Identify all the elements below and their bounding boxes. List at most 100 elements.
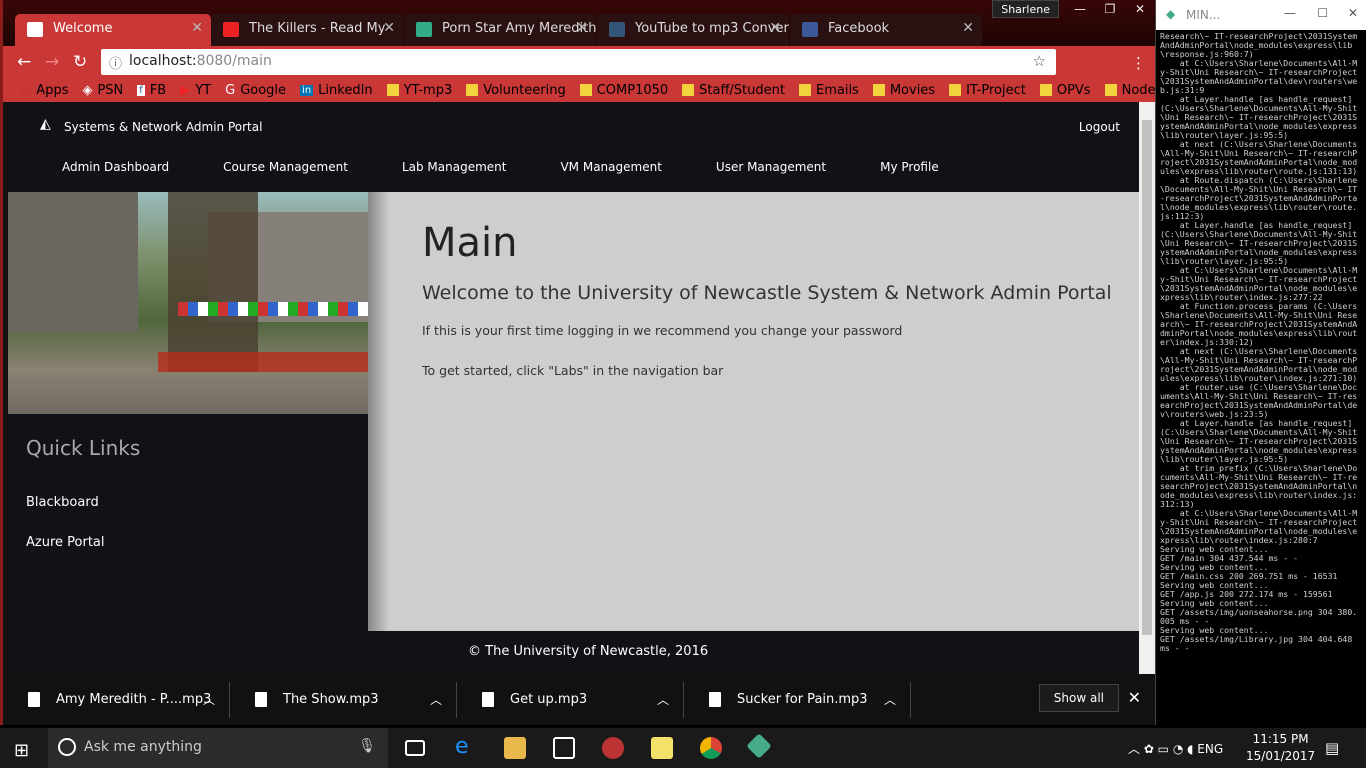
nav-lab-management[interactable]: Lab Management <box>402 160 507 174</box>
bookmark-yt[interactable]: ▶ YT <box>180 83 211 98</box>
windows-start-icon[interactable]: ⊞ <box>14 740 29 761</box>
store-icon[interactable] <box>553 737 575 759</box>
quick-link-azure[interactable]: Azure Portal <box>26 535 105 550</box>
edge-icon[interactable]: e <box>455 734 477 759</box>
close-icon[interactable]: ✕ <box>769 20 781 36</box>
bookmark-comp1050[interactable]: COMP1050 <box>579 83 668 98</box>
cortana-search[interactable]: Ask me anything 🎙 <box>48 728 388 768</box>
password-notice: If this is your first time logging in we… <box>422 323 903 338</box>
bookmark-psn[interactable]: ◈ PSN <box>82 83 123 98</box>
sticky-notes-icon[interactable] <box>651 737 673 759</box>
scrollbar-thumb[interactable] <box>1142 120 1152 635</box>
bookmark-volunteering[interactable]: Volunteering <box>466 83 566 98</box>
youtube-icon: ▶ <box>180 82 191 98</box>
brand-link[interactable]: Systems & Network Admin Portal <box>64 120 262 134</box>
bookmark-movies[interactable]: Movies <box>872 83 935 98</box>
notifications-icon[interactable]: ▤ <box>1325 739 1339 757</box>
console-output: Research\~ IT-researchProject\2031System… <box>1160 31 1358 653</box>
system-tray-icons[interactable]: ︿ ✿ ▭ ◔ ◖ ENG <box>1128 740 1223 757</box>
close-icon[interactable]: ✕ <box>1128 688 1141 707</box>
download-name: The Show.mp3 <box>283 692 379 707</box>
nav-course-management[interactable]: Course Management <box>223 160 348 174</box>
logout-link[interactable]: Logout <box>1079 120 1120 134</box>
microphone-icon[interactable]: 🎙 <box>358 738 376 754</box>
close-window-icon[interactable]: ✕ <box>1125 0 1155 18</box>
bookmark-staff-student[interactable]: Staff/Student <box>682 83 785 98</box>
chevron-up-icon[interactable]: ︿ <box>430 691 442 708</box>
bookmark-yt-mp3[interactable]: YT-mp3 <box>386 83 452 98</box>
task-view-icon[interactable] <box>405 740 425 756</box>
bookmark-linkedin[interactable]: in LinkedIn <box>300 83 373 98</box>
site-icon <box>416 22 432 37</box>
tab-killers[interactable]: The Killers - Read My ✕ <box>211 14 403 46</box>
bookmark-label: YT <box>195 82 212 98</box>
bookmark-label: Node <box>1121 82 1156 98</box>
main-nav: Admin Dashboard Course Management Lab Ma… <box>62 160 993 174</box>
profile-button[interactable]: Sharlene <box>992 0 1059 18</box>
nav-admin-dashboard[interactable]: Admin Dashboard <box>62 160 169 174</box>
address-bar[interactable]: ⓘ localhost:8080/main ☆ <box>101 49 1056 75</box>
tab-youtube-mp3[interactable]: YouTube to mp3 Convert ✕ <box>597 14 789 46</box>
quick-links-title: Quick Links <box>26 436 141 460</box>
youtube-icon <box>223 22 239 37</box>
main-content: Main Welcome to the University of Newcas… <box>390 192 1139 631</box>
download-item[interactable]: Sucker for Pain.mp3 ︿ <box>684 681 911 718</box>
console-titlebar: ◆ MIN... — ☐ ✕ <box>1156 0 1366 30</box>
bookmark-label: IT-Project <box>966 82 1026 98</box>
apps-icon: ▦ <box>19 82 32 98</box>
page-scrollbar[interactable] <box>1139 102 1155 674</box>
nav-vm-management[interactable]: VM Management <box>560 160 661 174</box>
seahorse-logo-icon: ◭ <box>40 116 51 132</box>
tab-welcome[interactable]: Welcome ✕ <box>15 14 211 46</box>
flags-shape <box>178 302 368 316</box>
reload-icon[interactable]: ↻ <box>73 52 87 72</box>
tab-porn-star[interactable]: Porn Star Amy Meredith ✕ <box>404 14 596 46</box>
bookmark-emails[interactable]: Emails <box>798 83 859 98</box>
chrome-icon[interactable] <box>700 737 722 759</box>
tab-title: YouTube to mp3 Convert <box>635 21 789 36</box>
tab-facebook[interactable]: Facebook ✕ <box>790 14 982 46</box>
back-icon[interactable]: ← <box>17 52 31 72</box>
maximize-icon[interactable]: ☐ <box>1317 6 1328 20</box>
web-page: ◭ Systems & Network Admin Portal Logout … <box>8 102 1139 674</box>
quick-link-blackboard[interactable]: Blackboard <box>26 495 99 510</box>
close-icon[interactable]: ✕ <box>191 20 203 36</box>
download-item[interactable]: The Show.mp3 ︿ <box>230 681 457 718</box>
bookmark-it-project[interactable]: IT-Project <box>949 83 1026 98</box>
download-name: Amy Meredith - P....mp3 <box>56 692 212 707</box>
folder-icon <box>466 84 479 96</box>
nav-user-management[interactable]: User Management <box>716 160 826 174</box>
bookmark-google[interactable]: G Google <box>225 83 286 98</box>
file-explorer-icon[interactable] <box>504 737 526 759</box>
nav-my-profile[interactable]: My Profile <box>880 160 939 174</box>
folder-icon <box>1039 84 1052 96</box>
close-icon[interactable]: ✕ <box>576 20 588 36</box>
show-all-button[interactable]: Show all <box>1038 684 1119 712</box>
star-icon[interactable]: ☆ <box>1033 52 1046 70</box>
chevron-up-icon[interactable]: ︿ <box>884 691 896 708</box>
chevron-up-icon[interactable]: ︿ <box>657 691 669 708</box>
download-item[interactable]: Get up.mp3 ︿ <box>457 681 684 718</box>
bookmark-node[interactable]: Node <box>1104 82 1156 98</box>
git-icon: ◆ <box>1166 7 1176 21</box>
taskbar: ⊞ Ask me anything 🎙 e ︿ ✿ ▭ ◔ ◖ ENG 11:1… <box>0 728 1366 768</box>
close-icon[interactable]: ✕ <box>962 20 974 36</box>
chevron-up-icon[interactable]: ︿ <box>203 691 215 708</box>
clock[interactable]: 11:15 PM 15/01/2017 <box>1246 731 1315 765</box>
clock-time: 11:15 PM <box>1252 732 1309 746</box>
folder-icon <box>386 84 399 96</box>
tree-shape <box>168 192 258 372</box>
minimize-icon[interactable]: — <box>1065 0 1095 18</box>
minimize-icon[interactable]: — <box>1284 6 1296 20</box>
bookmark-fb[interactable]: f FB <box>137 83 166 98</box>
forward-icon[interactable]: → <box>45 52 59 72</box>
maximize-icon[interactable]: ❐ <box>1095 0 1125 18</box>
bookmark-opvs[interactable]: OPVs <box>1039 83 1091 98</box>
bookmark-apps[interactable]: ▦ Apps <box>19 83 68 98</box>
menu-icon[interactable]: ⋮ <box>1131 54 1146 72</box>
close-icon[interactable]: ✕ <box>383 20 395 36</box>
download-item[interactable]: Amy Meredith - P....mp3 ︿ <box>3 681 230 718</box>
git-bash-icon[interactable] <box>746 733 772 759</box>
app-icon[interactable] <box>602 737 624 759</box>
close-window-icon[interactable]: ✕ <box>1348 6 1358 20</box>
